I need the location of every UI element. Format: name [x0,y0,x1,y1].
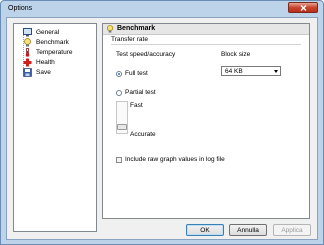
thermometer-icon [23,47,32,57]
section-divider [111,44,301,45]
floppy-disk-icon [23,67,32,77]
slider-thumb[interactable] [117,124,127,130]
tree-item-health[interactable]: Health [23,57,55,67]
title-bar[interactable]: Options [1,1,323,17]
tree-item-benchmark[interactable]: Benchmark [23,37,69,47]
partial-test-label[interactable]: Partial test [125,89,156,96]
chevron-down-icon [274,70,278,73]
slider-fast-label: Fast [130,102,143,109]
ok-button[interactable]: OK [186,224,224,236]
monitor-icon [23,27,32,37]
panel-header: Benchmark [103,24,309,35]
tree-item-label: Health [36,58,55,66]
full-test-radio[interactable] [116,71,122,77]
tree-item-general[interactable]: General [23,27,59,37]
block-size-value: 64 KB [225,68,243,75]
panel-title: Benchmark [117,25,156,32]
raw-values-checkbox[interactable] [116,157,122,163]
accuracy-slider[interactable] [116,101,128,134]
full-test-label[interactable]: Full test [125,70,148,77]
close-icon [300,5,307,11]
block-size-label: Block size [221,51,251,58]
tree-item-label: Temperature [36,48,73,56]
block-size-select[interactable]: 64 KB [221,66,281,76]
window-title: Options [8,5,33,12]
benchmark-panel: Benchmark Transfer rate Test speed/accur… [102,23,310,219]
cancel-button[interactable]: Annulla [229,224,267,236]
raw-values-label[interactable]: Include raw graph values in log file [125,156,225,163]
speed-accuracy-label: Test speed/accuracy [116,51,176,58]
tree-item-label: Save [36,68,51,76]
tree-item-label: General [36,28,60,36]
close-button[interactable] [288,2,318,13]
dialog-body: General Benchmark Temperature Health Sav… [6,17,318,240]
slider-accurate-label: Accurate [130,131,156,138]
red-cross-icon [23,58,32,67]
partial-test-radio[interactable] [116,90,122,96]
options-tree: General Benchmark Temperature Health Sav… [13,23,97,232]
options-window: Options General Benchmark Temperature He… [0,0,324,245]
apply-button[interactable]: Applica [273,224,311,236]
lightbulb-icon [23,37,32,47]
tree-item-temperature[interactable]: Temperature [23,47,73,57]
tree-item-save[interactable]: Save [23,67,51,77]
tree-item-label: Benchmark [36,38,69,46]
lightbulb-icon [106,25,114,33]
section-title: Transfer rate [111,36,148,43]
